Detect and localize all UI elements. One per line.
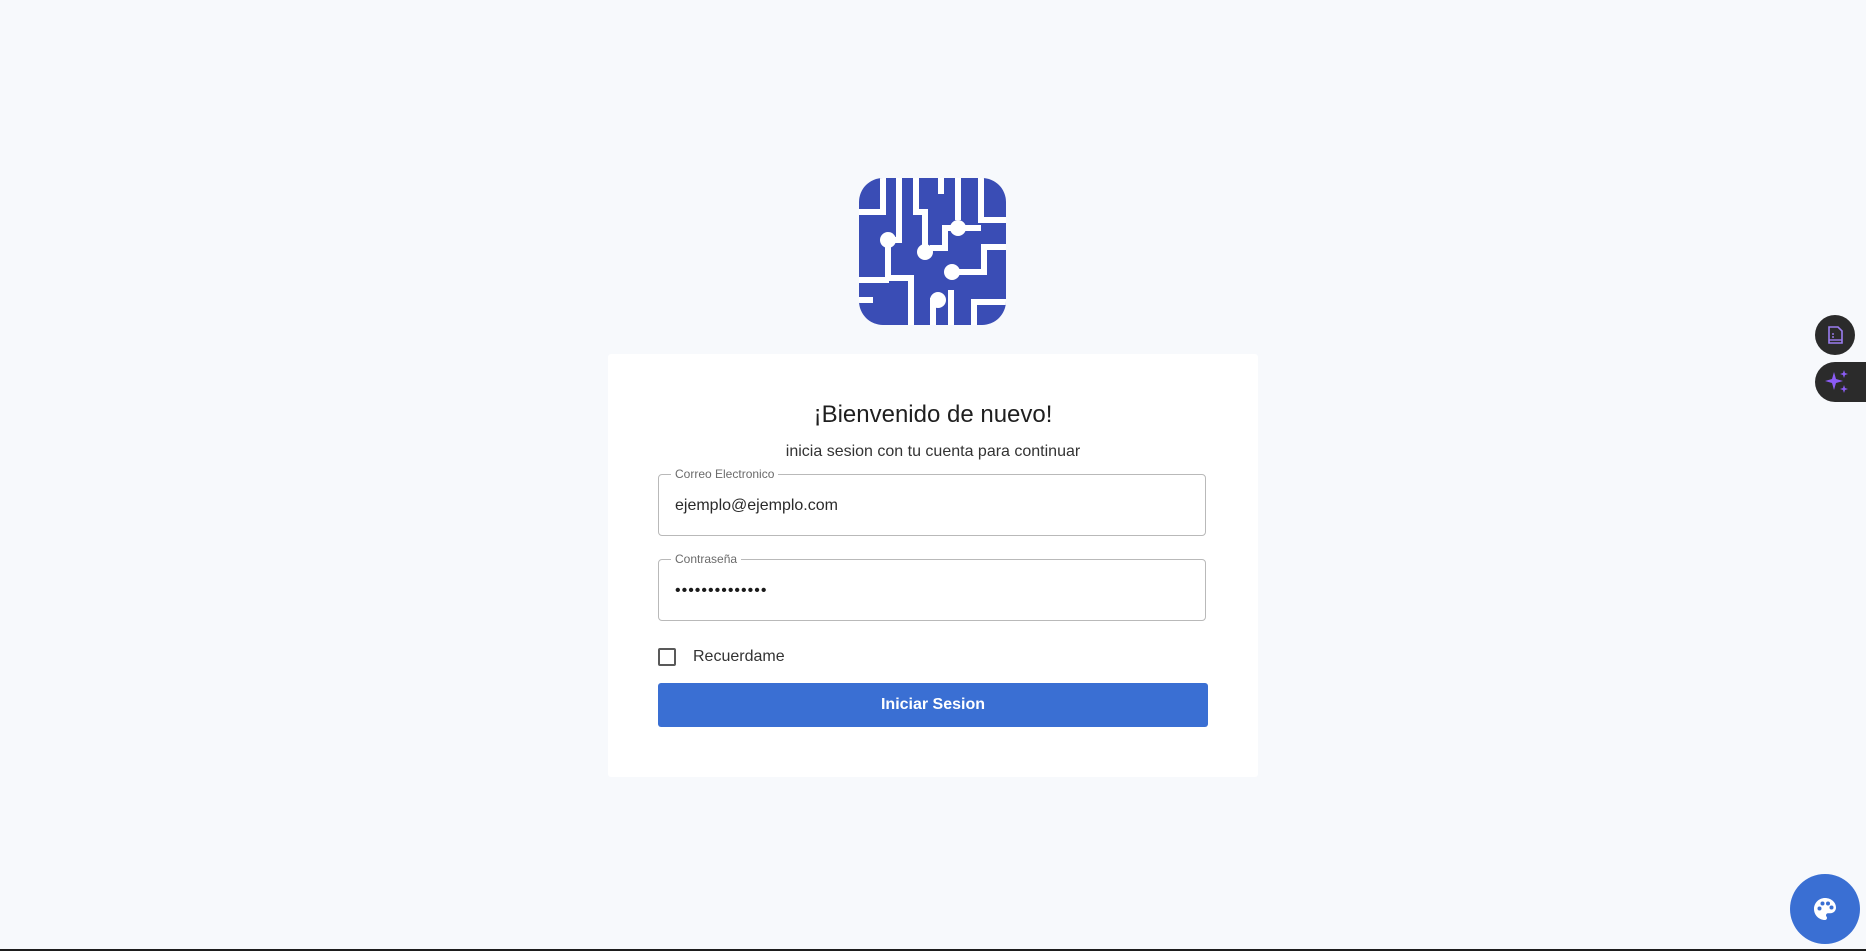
- welcome-title: ¡Bienvenido de nuevo!: [813, 401, 1053, 428]
- password-field-value[interactable]: ••••••••••••••: [675, 582, 767, 600]
- password-field[interactable]: Contraseña ••••••••••••••: [658, 551, 1206, 621]
- login-card: ¡Bienvenido de nuevo! inicia sesion con …: [608, 354, 1258, 777]
- remember-me-label[interactable]: Recuerdame: [693, 648, 785, 666]
- password-field-label: Contraseña: [671, 551, 742, 567]
- document-button[interactable]: [1815, 315, 1855, 355]
- circuit-logo-icon: [859, 178, 1006, 325]
- email-field[interactable]: Correo Electronico ejemplo@ejemplo.com: [658, 466, 1206, 536]
- palette-icon: [1814, 898, 1836, 920]
- sparkles-icon: [1825, 370, 1848, 393]
- ai-assistant-button[interactable]: [1815, 362, 1866, 402]
- remember-me-checkbox[interactable]: [658, 648, 676, 666]
- email-field-value[interactable]: ejemplo@ejemplo.com: [675, 497, 838, 515]
- document-icon: [1828, 326, 1843, 344]
- login-button[interactable]: Iniciar Sesion: [658, 683, 1208, 727]
- theme-palette-button[interactable]: [1790, 874, 1860, 944]
- email-field-label: Correo Electronico: [671, 466, 779, 482]
- remember-me[interactable]: Recuerdame: [658, 648, 785, 666]
- welcome-subtitle: inicia sesion con tu cuenta para continu…: [785, 443, 1081, 460]
